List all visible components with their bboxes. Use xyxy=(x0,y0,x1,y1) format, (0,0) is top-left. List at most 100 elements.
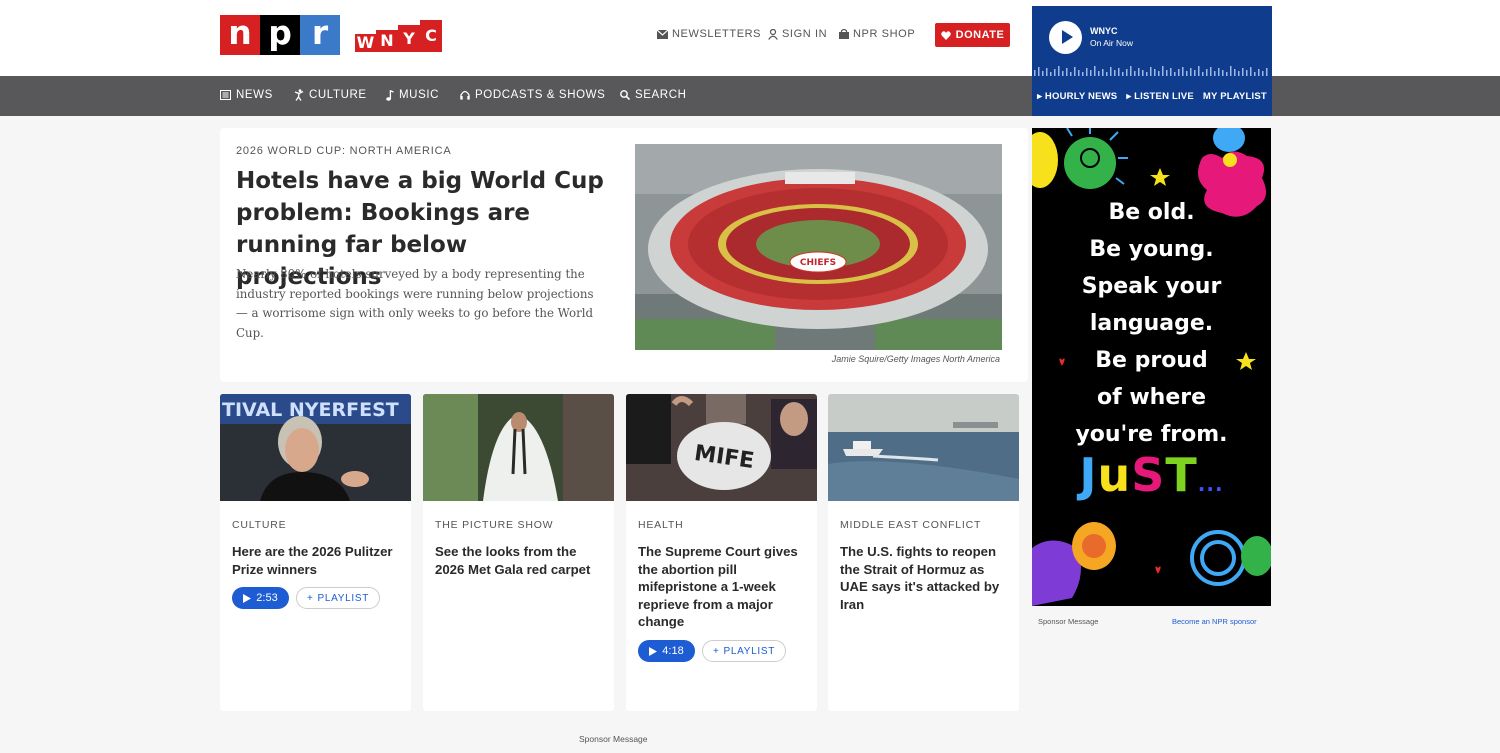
nav-culture-label: Culture xyxy=(309,89,367,101)
nav-news-label: News xyxy=(236,89,273,101)
player-status: On Air Now xyxy=(1090,38,1133,48)
play-button[interactable] xyxy=(1049,21,1082,54)
wnyc-player: WNYC On Air Now xyxy=(1032,6,1272,76)
story-card-headline[interactable]: The Supreme Court gives the abortion pil… xyxy=(638,543,808,631)
npr-shop-label: NPR Shop xyxy=(853,28,916,40)
story-card-eyebrow[interactable]: THE PICTURE SHOW xyxy=(435,519,553,531)
story-card-headline[interactable]: The U.S. fights to reopen the Strait of … xyxy=(840,543,1010,613)
heart-icon xyxy=(940,30,951,40)
listen-live-link[interactable]: ▸ LISTEN LIVE xyxy=(1126,91,1194,102)
donate-label: Donate xyxy=(955,29,1005,41)
plus-icon: + xyxy=(306,592,314,604)
audio-play-button[interactable]: 4:18 xyxy=(638,640,695,662)
envelope-icon xyxy=(657,29,668,39)
hero-eyebrow[interactable]: 2026 WORLD CUP: NORTH AMERICA xyxy=(236,145,452,157)
ad-just-letter: J xyxy=(1079,448,1098,502)
npr-logo-r: r xyxy=(300,15,340,55)
nav-podcasts-label: Podcasts & Shows xyxy=(475,89,606,101)
nav-news[interactable]: News xyxy=(220,89,273,101)
add-to-playlist-button[interactable]: + PLAYLIST xyxy=(296,587,380,609)
npr-logo-n: n xyxy=(220,15,260,55)
ad-just-letter: u xyxy=(1097,448,1132,502)
protest-photo: MIFE xyxy=(626,394,817,501)
story-card-eyebrow[interactable]: MIDDLE EAST CONFLICT xyxy=(840,519,981,531)
player-station: WNYC xyxy=(1090,26,1118,36)
npr-logo[interactable]: n p r xyxy=(220,15,340,55)
add-to-playlist-button[interactable]: + PLAYLIST xyxy=(702,640,786,662)
audio-play-button[interactable]: 2:53 xyxy=(232,587,289,609)
hero-image[interactable]: CHIEFS xyxy=(635,144,1002,350)
nav-music[interactable]: Music xyxy=(386,89,439,101)
user-icon xyxy=(768,28,778,40)
story-card-hormuz[interactable]: MIDDLE EAST CONFLICT The U.S. fights to … xyxy=(828,394,1019,711)
ad-just-word: JuST... xyxy=(1032,448,1271,502)
story-card-image[interactable]: TIVAL NYERFEST xyxy=(220,394,411,501)
nav-search[interactable]: Search xyxy=(620,89,687,101)
wnyc-logo-n: N xyxy=(376,30,398,52)
ad-line: Speak your xyxy=(1081,274,1222,299)
met-gala-photo xyxy=(423,394,614,501)
banner-text: TIVAL NYERFEST xyxy=(222,399,399,421)
ad-just-letter: ... xyxy=(1197,472,1224,496)
stadium-photo: CHIEFS xyxy=(635,144,1002,350)
hourly-news-link[interactable]: ▸ HOURLY NEWS xyxy=(1037,91,1117,102)
wnyc-logo[interactable]: W N Y C xyxy=(355,20,442,52)
newsletters-link[interactable]: Newsletters xyxy=(657,28,761,40)
audio-duration: 4:18 xyxy=(662,645,684,657)
ad-line: Be proud xyxy=(1095,348,1208,373)
player-links: ▸ HOURLY NEWS ▸ LISTEN LIVE MY PLAYLIST xyxy=(1032,76,1272,116)
ad-just-letter: T xyxy=(1165,448,1198,502)
music-note-icon xyxy=(386,89,394,101)
become-sponsor-link[interactable]: Become an NPR sponsor xyxy=(1172,617,1257,626)
dancer-icon xyxy=(294,89,304,101)
hero-teaser: Nearly 80% of hotels surveyed by a body … xyxy=(236,267,594,340)
story-card-mifepristone[interactable]: MIFE HEALTH The Supreme Court gives the … xyxy=(626,394,817,711)
npr-logo-p: p xyxy=(260,15,300,55)
search-icon xyxy=(620,90,630,100)
ship-photo xyxy=(828,394,1019,501)
donate-button[interactable]: Donate xyxy=(935,23,1010,47)
sponsor-ad[interactable]: Be old. Be young. Speak your language. B… xyxy=(1032,128,1271,606)
wnyc-logo-y: Y xyxy=(398,25,420,52)
story-card-image[interactable] xyxy=(828,394,1019,501)
hero-photo-credit: Jamie Squire/Getty Images North America xyxy=(831,354,1000,364)
story-card-image[interactable] xyxy=(423,394,614,501)
story-card-pulitzer[interactable]: TIVAL NYERFEST CULTURE Here are the 2026… xyxy=(220,394,411,711)
my-playlist-link[interactable]: MY PLAYLIST xyxy=(1203,91,1267,102)
sign-in-label: Sign In xyxy=(782,28,828,40)
ad-line: language. xyxy=(1089,311,1214,336)
sign-in-link[interactable]: Sign In xyxy=(768,28,827,40)
shopping-bag-icon xyxy=(839,29,849,39)
npr-shop-link[interactable]: NPR Shop xyxy=(839,28,915,40)
story-card-image[interactable]: MIFE xyxy=(626,394,817,501)
playlist-label: PLAYLIST xyxy=(317,592,370,604)
wnyc-logo-w: W xyxy=(355,33,376,52)
audio-duration: 2:53 xyxy=(256,592,278,604)
plus-icon: + xyxy=(712,645,720,657)
headphones-icon xyxy=(460,90,470,100)
pulitzer-photo: TIVAL NYERFEST xyxy=(220,394,411,501)
story-card-headline[interactable]: See the looks from the 2026 Met Gala red… xyxy=(435,543,605,578)
nav-music-label: Music xyxy=(399,89,440,101)
main-navigation: News Culture Music Podcasts & Shows Sear… xyxy=(0,76,1500,116)
story-card-eyebrow[interactable]: CULTURE xyxy=(232,519,286,531)
story-card-headline[interactable]: Here are the 2026 Pulitzer Prize winners xyxy=(232,543,402,578)
ad-line: of where xyxy=(1096,385,1207,410)
story-card-eyebrow[interactable]: HEALTH xyxy=(638,519,683,531)
audio-waveform-icon xyxy=(1034,66,1268,76)
story-card-met-gala[interactable]: THE PICTURE SHOW See the looks from the … xyxy=(423,394,614,711)
nav-podcasts-shows[interactable]: Podcasts & Shows xyxy=(460,89,605,101)
wnyc-logo-c: C xyxy=(420,20,442,52)
ad-message: Be old. Be young. Speak your language. B… xyxy=(1032,194,1271,453)
hero-story: 2026 WORLD CUP: NORTH AMERICA Hotels hav… xyxy=(220,128,1028,382)
top-header: n p r W N Y C Newsletters Sign In NPR Sh… xyxy=(0,0,1500,76)
sponsor-message-label: Sponsor Message xyxy=(579,734,648,744)
ad-line: Be old. xyxy=(1108,200,1195,225)
nav-culture[interactable]: Culture xyxy=(294,89,367,101)
ad-sponsor-label: Sponsor Message xyxy=(1038,617,1099,626)
nav-search-label: Search xyxy=(635,89,687,101)
newsletters-label: Newsletters xyxy=(672,28,762,40)
newspaper-icon xyxy=(220,90,231,100)
play-icon xyxy=(649,646,658,656)
playlist-label: PLAYLIST xyxy=(723,645,776,657)
